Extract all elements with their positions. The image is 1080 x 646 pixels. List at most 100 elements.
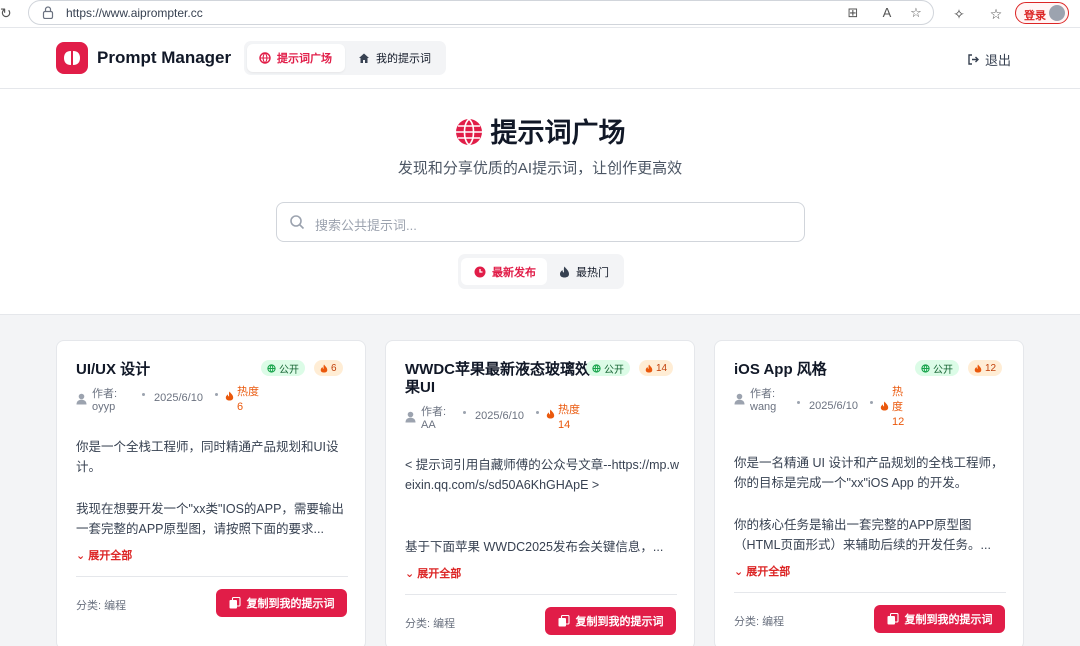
profile-login-button[interactable]: 登录 (1015, 2, 1069, 24)
user-icon (405, 411, 416, 423)
visibility-label: 公开 (279, 364, 299, 376)
copy-to-my-prompts-button[interactable]: 复制到我的提示词 (216, 589, 347, 617)
separator-dot (463, 411, 466, 414)
separator-dot (215, 393, 218, 396)
logout-label: 退出 (985, 53, 1012, 68)
card-content: 基于下面苹果 WWDC2025发布会关键信息，... (405, 540, 664, 554)
user-icon (734, 393, 745, 405)
sort-tabs: 最新发布 最热门 (458, 254, 624, 289)
flame-icon (546, 409, 555, 419)
category: 分类: 编程 (76, 600, 127, 612)
copy-label: 复制到我的提示词 (246, 598, 335, 610)
author-name: AA (421, 419, 436, 431)
copy-icon (229, 597, 241, 609)
page-title: 提示词广场 (0, 111, 1080, 150)
hero-section: 提示词广场 发现和分享优质的AI提示词，让创作更高效 搜索公共提示词... 最新… (0, 89, 1080, 315)
card-content: < 提示词引用自藏师傅的公众号文章--https://mp.weixin.qq.… (405, 458, 679, 492)
brand-name[interactable]: Prompt Manager (97, 48, 231, 68)
search-input[interactable]: 搜索公共提示词... (276, 202, 805, 242)
flame-icon (225, 391, 234, 401)
extensions-icon[interactable]: ✧ (950, 5, 968, 23)
globe-icon (921, 363, 930, 373)
search-placeholder: 搜索公共提示词... (315, 218, 417, 233)
flame-icon (560, 266, 569, 277)
copy-label: 复制到我的提示词 (575, 616, 664, 628)
copy-to-my-prompts-button[interactable]: 复制到我的提示词 (545, 607, 676, 635)
main-tabs: 提示词广场 我的提示词 (244, 41, 446, 75)
visibility-badge: 公开 (261, 360, 305, 376)
tab-label: 我的提示词 (376, 53, 431, 65)
user-icon (76, 393, 87, 405)
heat-value: 14 (558, 419, 571, 431)
visibility-label: 公开 (933, 364, 953, 376)
clock-icon (474, 266, 486, 277)
author-label: 作者: (92, 388, 118, 400)
copy-label: 复制到我的提示词 (904, 614, 993, 626)
read-aloud-icon[interactable]: A (879, 5, 895, 21)
expand-label: 展开全部 (88, 550, 133, 562)
flame-icon (880, 401, 889, 411)
star-icon[interactable]: ☆ (908, 5, 924, 21)
logout-icon (968, 54, 979, 65)
hot-count: 14 (656, 362, 668, 374)
grid-icon[interactable]: ⊞ (845, 5, 861, 21)
card-title: UI/UX 设计 (76, 361, 151, 378)
heat-value: 12 (892, 416, 905, 428)
date: 2025/6/10 (809, 400, 858, 412)
expand-button[interactable]: ⌄ 展开全部 (76, 547, 132, 563)
category: 分类: 编程 (405, 618, 456, 630)
sort-hottest[interactable]: 最热门 (546, 258, 622, 285)
copy-to-my-prompts-button[interactable]: 复制到我的提示词 (874, 605, 1005, 633)
heat-label: 热度 (237, 386, 259, 398)
expand-button[interactable]: ⌄ 展开全部 (405, 565, 461, 581)
chevron-down-icon: ⌄ (734, 566, 744, 578)
card-title: WWDC苹果最新液态玻璃效果UI (405, 361, 590, 396)
divider (76, 576, 348, 577)
home-icon (359, 53, 369, 63)
card-meta: 作者: oyyp 2025/6/10 热度 6 (76, 385, 348, 417)
flame-icon (974, 364, 982, 372)
hot-badge: 12 (968, 360, 1003, 376)
reload-icon[interactable]: ↻ (0, 5, 14, 21)
expand-button[interactable]: ⌄ 展开全部 (734, 563, 790, 579)
favorites-icon[interactable]: ☆ (987, 5, 1005, 23)
visibility-badge: 公开 (915, 360, 959, 376)
visibility-badge: 公开 (586, 360, 630, 376)
prompt-card[interactable]: WWDC苹果最新液态玻璃效果UI 公开 14 作者: AA 2025/6/10 … (385, 340, 695, 646)
browser-toolbar: ↻ https://www.aiprompter.cc ⊞ A ☆ ✧ ☆ 登录 (0, 0, 1080, 28)
chevron-down-icon: ⌄ (76, 550, 86, 562)
address-bar[interactable]: https://www.aiprompter.cc ⊞ A ☆ (28, 0, 934, 25)
copy-icon (558, 615, 570, 627)
expand-label: 展开全部 (746, 566, 791, 578)
sort-label: 最新发布 (492, 266, 536, 279)
card-content: 你是一名精通 UI 设计和产品规划的全栈工程师，你的目标是完成一个"xx"iOS… (734, 456, 1004, 490)
prompt-card[interactable]: UI/UX 设计 公开 6 作者: oyyp 2025/6/10 热度 6 你是… (56, 340, 366, 646)
divider (734, 592, 1006, 593)
address-url[interactable]: https://www.aiprompter.cc (66, 6, 203, 20)
globe-icon (259, 52, 271, 64)
search-icon (290, 215, 305, 230)
expand-label: 展开全部 (417, 568, 462, 580)
page-subtitle: 发现和分享优质的AI提示词，让创作更高效 (397, 160, 683, 177)
sort-latest[interactable]: 最新发布 (461, 258, 547, 285)
hot-count: 6 (331, 362, 337, 374)
logo[interactable] (56, 42, 88, 74)
sort-label: 最热门 (576, 266, 609, 279)
globe-icon (267, 363, 276, 373)
separator-dot (797, 401, 800, 404)
globe-icon (592, 363, 601, 373)
card-meta: 作者: AA 2025/6/10 热度 14 (405, 403, 677, 435)
separator-dot (870, 401, 873, 404)
card-content: 你是一个全栈工程师，同时精通产品规划和UI设计。 (76, 440, 339, 474)
chevron-down-icon: ⌄ (405, 568, 415, 580)
date: 2025/6/10 (154, 392, 203, 404)
tab-my-prompts[interactable]: 我的提示词 (346, 44, 444, 72)
date: 2025/6/10 (475, 410, 524, 422)
logout-button[interactable]: 退出 (967, 50, 1011, 69)
prompt-card[interactable]: iOS App 风格 公开 12 作者: wang 2025/6/10 热度 1… (714, 340, 1024, 646)
globe-icon (455, 118, 482, 146)
heat-label: 热度 (892, 386, 903, 413)
heat-value: 6 (237, 401, 244, 413)
tab-prompt-square[interactable]: 提示词广场 (247, 44, 345, 72)
separator-dot (536, 411, 539, 414)
